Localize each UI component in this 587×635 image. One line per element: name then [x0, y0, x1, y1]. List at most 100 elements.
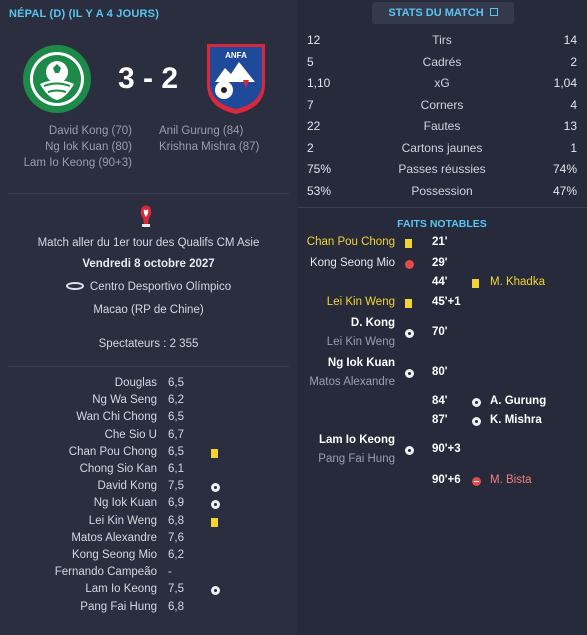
- stadium-row[interactable]: Centro Desportivo Olímpico: [0, 281, 297, 293]
- stat-home-value: 53%: [307, 183, 332, 198]
- player-name[interactable]: Fernando Campeão: [55, 566, 157, 578]
- player-name[interactable]: Lam Io Keong: [85, 583, 157, 595]
- stat-row: 2 Cartons jaunes 1: [297, 141, 587, 161]
- stat-row: 1,10 xG 1,04: [297, 76, 587, 96]
- event-home-player[interactable]: Pang Fai Hung: [297, 453, 395, 465]
- stat-label: xG: [434, 76, 450, 90]
- stat-away-value: 1,04: [553, 76, 577, 90]
- player-row[interactable]: Lam Io Keong 7,5: [0, 583, 297, 600]
- player-row[interactable]: Wan Chi Chong 6,5: [0, 411, 297, 428]
- event-home-player[interactable]: Lei Kin Weng: [297, 296, 395, 308]
- home-team-crest[interactable]: [22, 44, 92, 114]
- event-home-player[interactable]: D. Kong: [297, 317, 395, 329]
- event-home-player[interactable]: Lei Kin Weng: [297, 336, 395, 348]
- event-minute: 45'+1: [432, 296, 461, 308]
- match-date: Vendredi 8 octobre 2027: [82, 258, 215, 270]
- player-name[interactable]: Douglas: [115, 377, 157, 389]
- player-name[interactable]: Pang Fai Hung: [80, 601, 157, 613]
- player-name[interactable]: Ng Wa Seng: [92, 394, 157, 406]
- stat-away-value: 1: [570, 140, 577, 155]
- faits-notables-title: FAITS NOTABLES: [397, 218, 487, 230]
- event-icon: [405, 260, 414, 272]
- event-minute: 90'+6: [432, 474, 461, 486]
- scorer: Anil Gurung (84): [159, 125, 244, 137]
- external-link-icon: [489, 8, 498, 17]
- player-rating: 6,2: [168, 549, 184, 561]
- player-row[interactable]: Pang Fai Hung 6,8: [0, 601, 297, 618]
- stat-row: 7 Corners 4: [297, 98, 587, 118]
- event-away-player[interactable]: K. Mishra: [490, 414, 542, 426]
- stat-away-value: 14: [563, 33, 577, 47]
- red-minus-icon: [472, 477, 481, 486]
- stat-home-value: 7: [307, 97, 314, 112]
- event-home-player[interactable]: Chan Pou Chong: [297, 236, 395, 248]
- stat-label: Cartons jaunes: [401, 140, 483, 155]
- player-rating: 6,5: [168, 445, 184, 458]
- goal-ball-icon: [211, 586, 220, 596]
- divider: [297, 207, 587, 208]
- goal-ball-icon: [472, 398, 481, 407]
- divider: [8, 193, 289, 194]
- event-minute: 70': [432, 326, 448, 338]
- player-rating: 6,7: [168, 428, 184, 441]
- yellow-card-icon: [405, 239, 412, 248]
- player-row[interactable]: Chan Pou Chong 6,5: [0, 446, 297, 463]
- player-row[interactable]: Ng Iok Kuan 6,9: [0, 497, 297, 514]
- event-home-player[interactable]: Kong Seong Mio: [297, 257, 395, 269]
- event-minute: 29': [432, 257, 448, 269]
- player-name[interactable]: Wan Chi Chong: [76, 411, 157, 423]
- player-row[interactable]: David Kong 7,5: [0, 480, 297, 497]
- yellow-card-icon: [211, 517, 218, 527]
- player-row[interactable]: Kong Seong Mio 6,2: [0, 549, 297, 566]
- player-row[interactable]: Douglas 6,5: [0, 377, 297, 394]
- goal-ball-icon: [472, 417, 481, 426]
- player-name[interactable]: Chan Pou Chong: [69, 446, 157, 458]
- stat-away-value: 47%: [552, 183, 577, 198]
- player-row[interactable]: Che Sio U 6,7: [0, 429, 297, 446]
- player-rating: 6,1: [168, 463, 184, 475]
- player-row[interactable]: Lei Kin Weng 6,8: [0, 515, 297, 532]
- away-team-crest[interactable]: ANFA: [205, 42, 267, 116]
- stadium-name: Centro Desportivo Olímpico: [89, 281, 232, 293]
- home-scorers: David Kong (70) Ng Iok Kuan (80) Lam Io …: [8, 123, 132, 171]
- event-away-player[interactable]: M. Khadka: [490, 276, 545, 288]
- event-minute: 90'+3: [432, 443, 461, 455]
- event-home-player[interactable]: Ng Iok Kuan: [297, 357, 395, 369]
- stats-du-match-button[interactable]: STATS DU MATCH: [372, 2, 514, 24]
- stat-row: 22 Fautes 13: [297, 119, 587, 139]
- player-name[interactable]: Kong Seong Mio: [72, 549, 157, 561]
- player-name[interactable]: Ng Iok Kuan: [94, 497, 157, 509]
- event-icon: [405, 239, 412, 251]
- match-title[interactable]: NÉPAL (D) (IL Y A 4 JOURS): [9, 8, 159, 20]
- world-cup-trophy-icon: [140, 205, 152, 227]
- player-row[interactable]: Ng Wa Seng 6,2: [0, 394, 297, 411]
- event-home-player[interactable]: Lam Io Keong: [297, 434, 395, 446]
- event-minute: 80': [432, 366, 448, 378]
- player-name[interactable]: David Kong: [98, 480, 157, 492]
- event-icon: [405, 446, 414, 458]
- player-row[interactable]: Matos Alexandre 7,6: [0, 532, 297, 549]
- stat-home-value: 22: [307, 119, 321, 133]
- player-rating: 6,2: [168, 394, 184, 407]
- event-home-player[interactable]: Matos Alexandre: [297, 376, 395, 388]
- stat-label: Passes réussies: [398, 162, 486, 176]
- stat-label: Possession: [411, 183, 473, 198]
- player-name[interactable]: Che Sio U: [105, 429, 157, 441]
- player-name[interactable]: Lei Kin Weng: [89, 515, 157, 527]
- event-away-player[interactable]: M. Bista: [490, 474, 532, 486]
- player-rating: 7,6: [168, 531, 184, 544]
- event-minute: 44': [432, 276, 448, 288]
- event-minute: 21': [432, 236, 448, 248]
- stat-home-value: 75%: [307, 162, 332, 176]
- player-name[interactable]: Matos Alexandre: [71, 532, 157, 544]
- player-row[interactable]: Chong Sio Kan 6,1: [0, 463, 297, 480]
- event-away-player[interactable]: A. Gurung: [490, 395, 546, 407]
- competition-name[interactable]: Match aller du 1er tour des Qualifs CM A…: [0, 237, 297, 249]
- scorer: Ng Iok Kuan (80): [45, 141, 132, 153]
- player-row[interactable]: Fernando Campeão -: [0, 566, 297, 583]
- event-icon: [472, 279, 479, 291]
- stat-label: Tirs: [432, 33, 452, 47]
- goal-ball-icon: [405, 369, 414, 378]
- stat-home-value: 2: [307, 140, 314, 155]
- player-name[interactable]: Chong Sio Kan: [80, 463, 157, 475]
